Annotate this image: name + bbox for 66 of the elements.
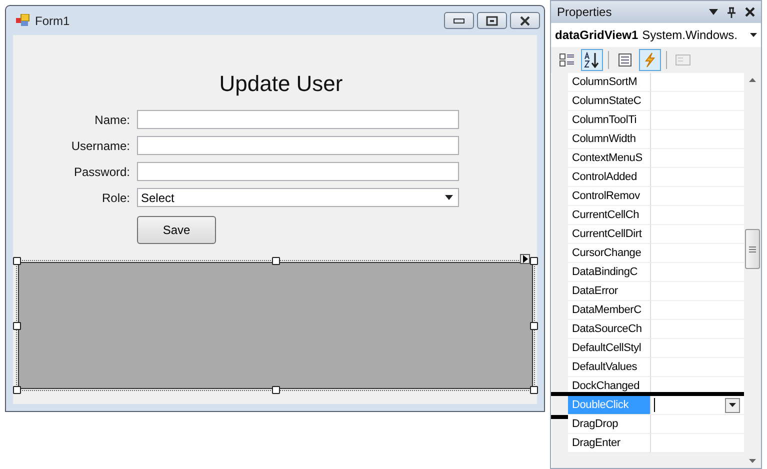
lightning-icon xyxy=(642,52,658,68)
resize-handle[interactable] xyxy=(13,322,21,330)
list-icon xyxy=(617,52,633,68)
pin-icon[interactable] xyxy=(727,6,736,18)
resize-handle[interactable] xyxy=(530,322,538,330)
resize-handle[interactable] xyxy=(13,257,21,265)
resize-handle[interactable] xyxy=(272,386,280,394)
property-name[interactable]: ControlAdded xyxy=(568,168,650,187)
dropdown-arrow-icon xyxy=(445,195,453,200)
close-icon[interactable] xyxy=(745,7,755,17)
form-heading: Update User xyxy=(219,71,343,97)
property-name[interactable]: DataError xyxy=(568,282,650,301)
scroll-up-icon[interactable] xyxy=(749,78,756,82)
property-name[interactable]: DataBindingC xyxy=(568,263,650,282)
window-title: Form1 xyxy=(35,14,71,28)
property-name[interactable]: DataMemberC xyxy=(568,301,650,320)
property-name[interactable]: CursorChange xyxy=(568,244,650,263)
minimize-button[interactable] xyxy=(444,12,474,29)
property-name[interactable]: DefaultCellStyl xyxy=(568,339,650,358)
close-button[interactable] xyxy=(510,12,540,29)
dropdown-arrow-icon xyxy=(729,403,736,407)
property-name[interactable]: DragDrop xyxy=(568,415,650,434)
property-name[interactable]: ColumnWidth xyxy=(568,130,650,149)
field-label: Name: xyxy=(94,112,130,126)
field-label: Username: xyxy=(70,138,130,152)
property-pages-icon xyxy=(675,52,691,68)
resize-handle[interactable] xyxy=(272,257,280,265)
form-icon xyxy=(16,14,30,27)
input-field[interactable] xyxy=(137,136,459,155)
grip-icon xyxy=(749,246,756,252)
panel-title: Properties xyxy=(557,5,613,19)
text-cursor xyxy=(654,398,655,412)
property-name[interactable]: CurrentCellDirt xyxy=(568,225,650,244)
categorized-icon xyxy=(559,52,575,68)
dropdown-button[interactable] xyxy=(725,398,740,412)
input-field[interactable] xyxy=(137,110,459,129)
property-name[interactable]: DataSourceCh xyxy=(568,320,650,339)
dropdown-arrow-icon[interactable] xyxy=(709,9,718,15)
property-name[interactable]: DragEnter xyxy=(568,434,650,453)
maximize-button[interactable] xyxy=(477,12,507,29)
property-name[interactable]: CurrentCellCh xyxy=(568,206,650,225)
scrollbar[interactable] xyxy=(744,73,761,468)
input-field[interactable] xyxy=(137,162,459,181)
field-label: Role: xyxy=(100,190,130,204)
toolbar-button[interactable] xyxy=(581,49,603,71)
field-label: Password: xyxy=(72,164,130,178)
resize-handle[interactable] xyxy=(530,386,538,394)
property-name[interactable]: ControlRemov xyxy=(568,187,650,206)
scroll-thumb[interactable] xyxy=(745,229,760,269)
role-dropdown[interactable]: Select xyxy=(137,188,459,207)
save-button[interactable]: Save xyxy=(137,216,216,244)
property-name[interactable]: ColumnToolTi xyxy=(568,111,650,130)
resize-handle[interactable] xyxy=(530,257,538,265)
maximize-icon xyxy=(486,16,498,26)
property-name[interactable]: ColumnSortM xyxy=(568,73,650,92)
sort-az-icon xyxy=(584,52,600,68)
dropdown-arrow-icon xyxy=(750,33,757,37)
scroll-down-icon[interactable] xyxy=(749,459,756,463)
object-selector[interactable]: dataGridView1 System.Windows. xyxy=(551,23,761,47)
property-name[interactable]: DefaultValues xyxy=(568,358,650,377)
close-icon xyxy=(519,16,531,26)
property-name[interactable]: ColumnStateC xyxy=(568,92,650,111)
resize-handle[interactable] xyxy=(13,386,21,394)
smart-tag-button[interactable] xyxy=(520,254,530,264)
property-name[interactable]: ContextMenuS xyxy=(568,149,650,168)
minimize-icon xyxy=(453,18,465,24)
